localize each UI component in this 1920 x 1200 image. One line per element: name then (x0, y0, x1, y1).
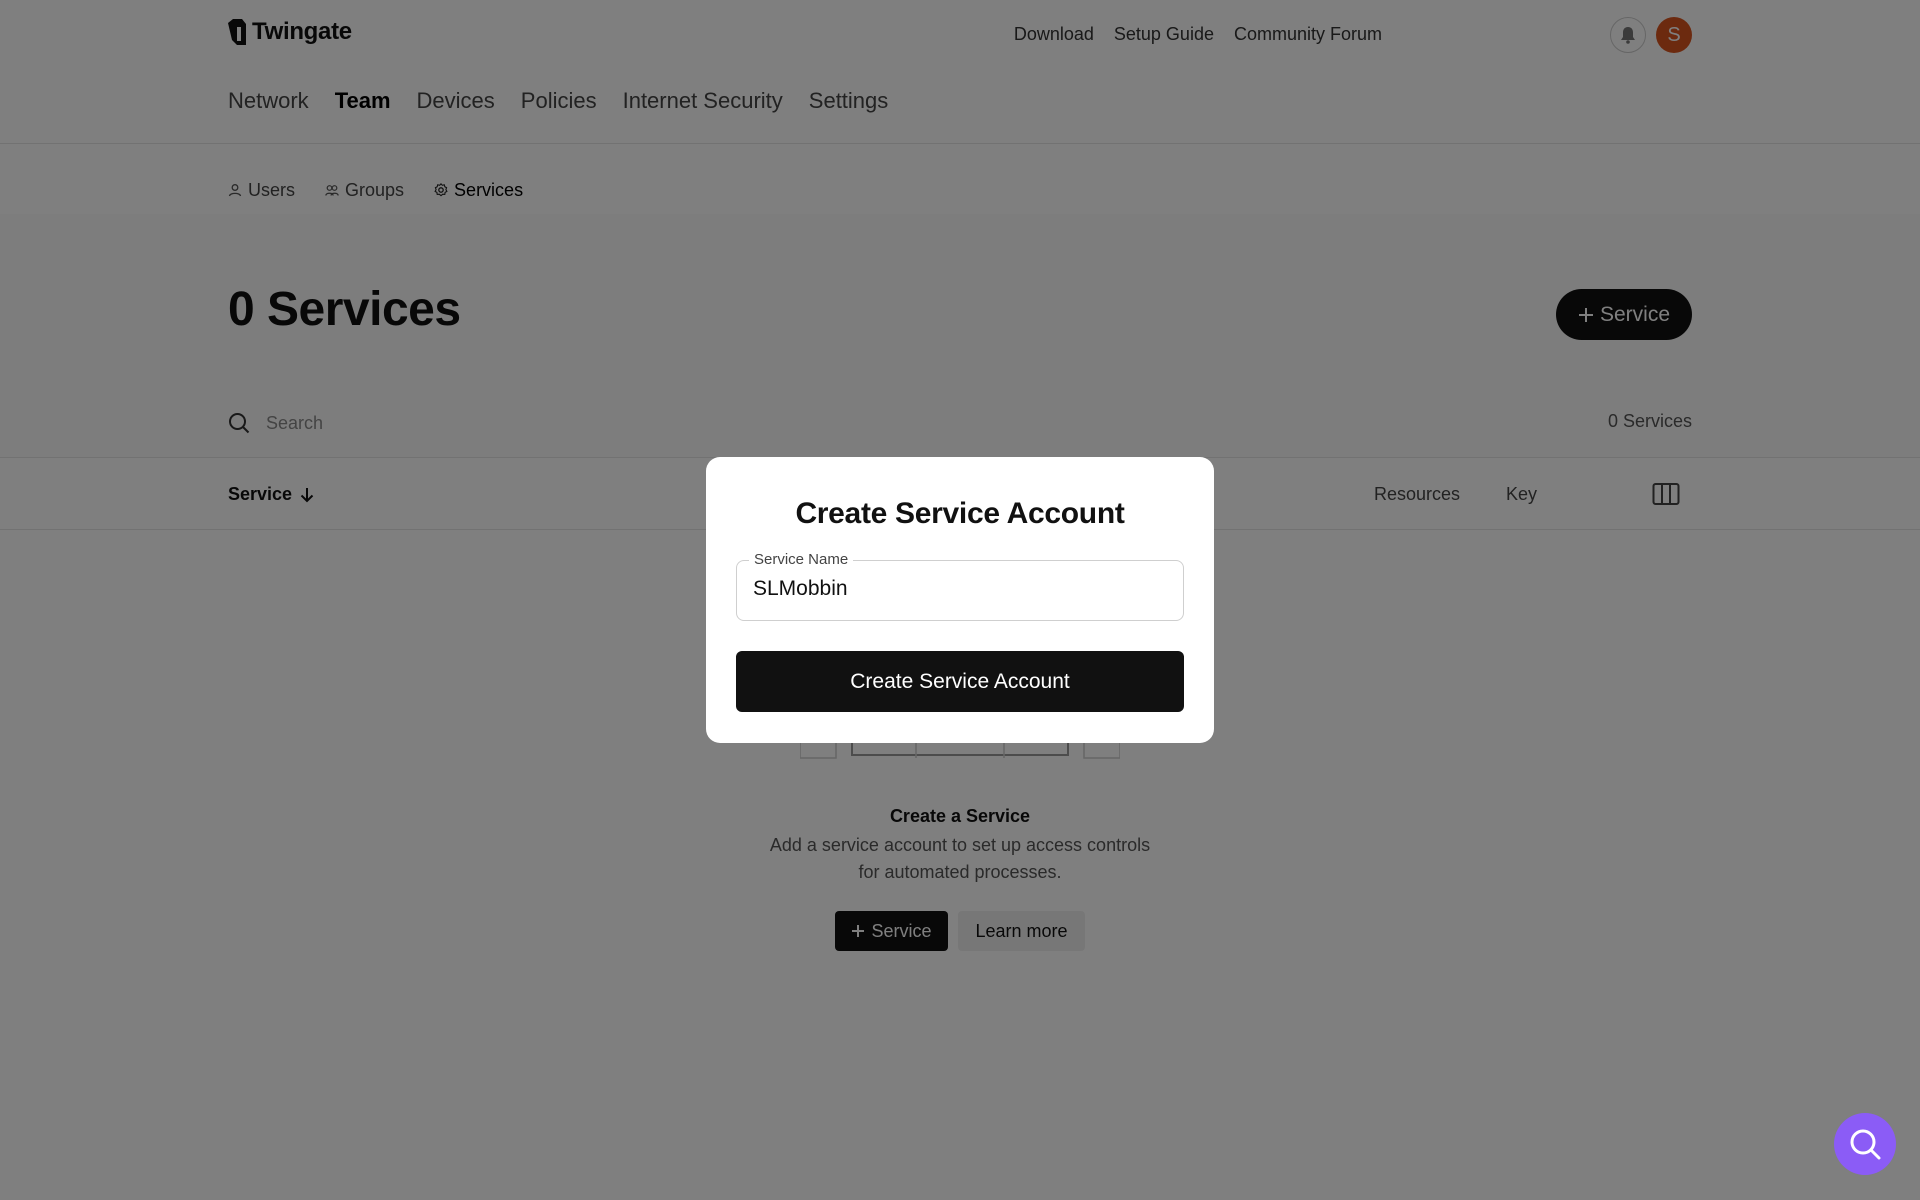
dialog-title: Create Service Account (795, 497, 1125, 530)
chat-help-button[interactable] (1834, 1113, 1896, 1175)
service-name-label: Service Name (749, 551, 854, 568)
create-service-account-button[interactable]: Create Service Account (736, 651, 1184, 712)
service-name-field[interactable]: Service Name (736, 551, 1184, 621)
service-name-input[interactable] (753, 577, 1163, 601)
chat-search-icon (1850, 1129, 1881, 1160)
create-service-dialog: Create Service Account Service Name Crea… (706, 457, 1214, 743)
